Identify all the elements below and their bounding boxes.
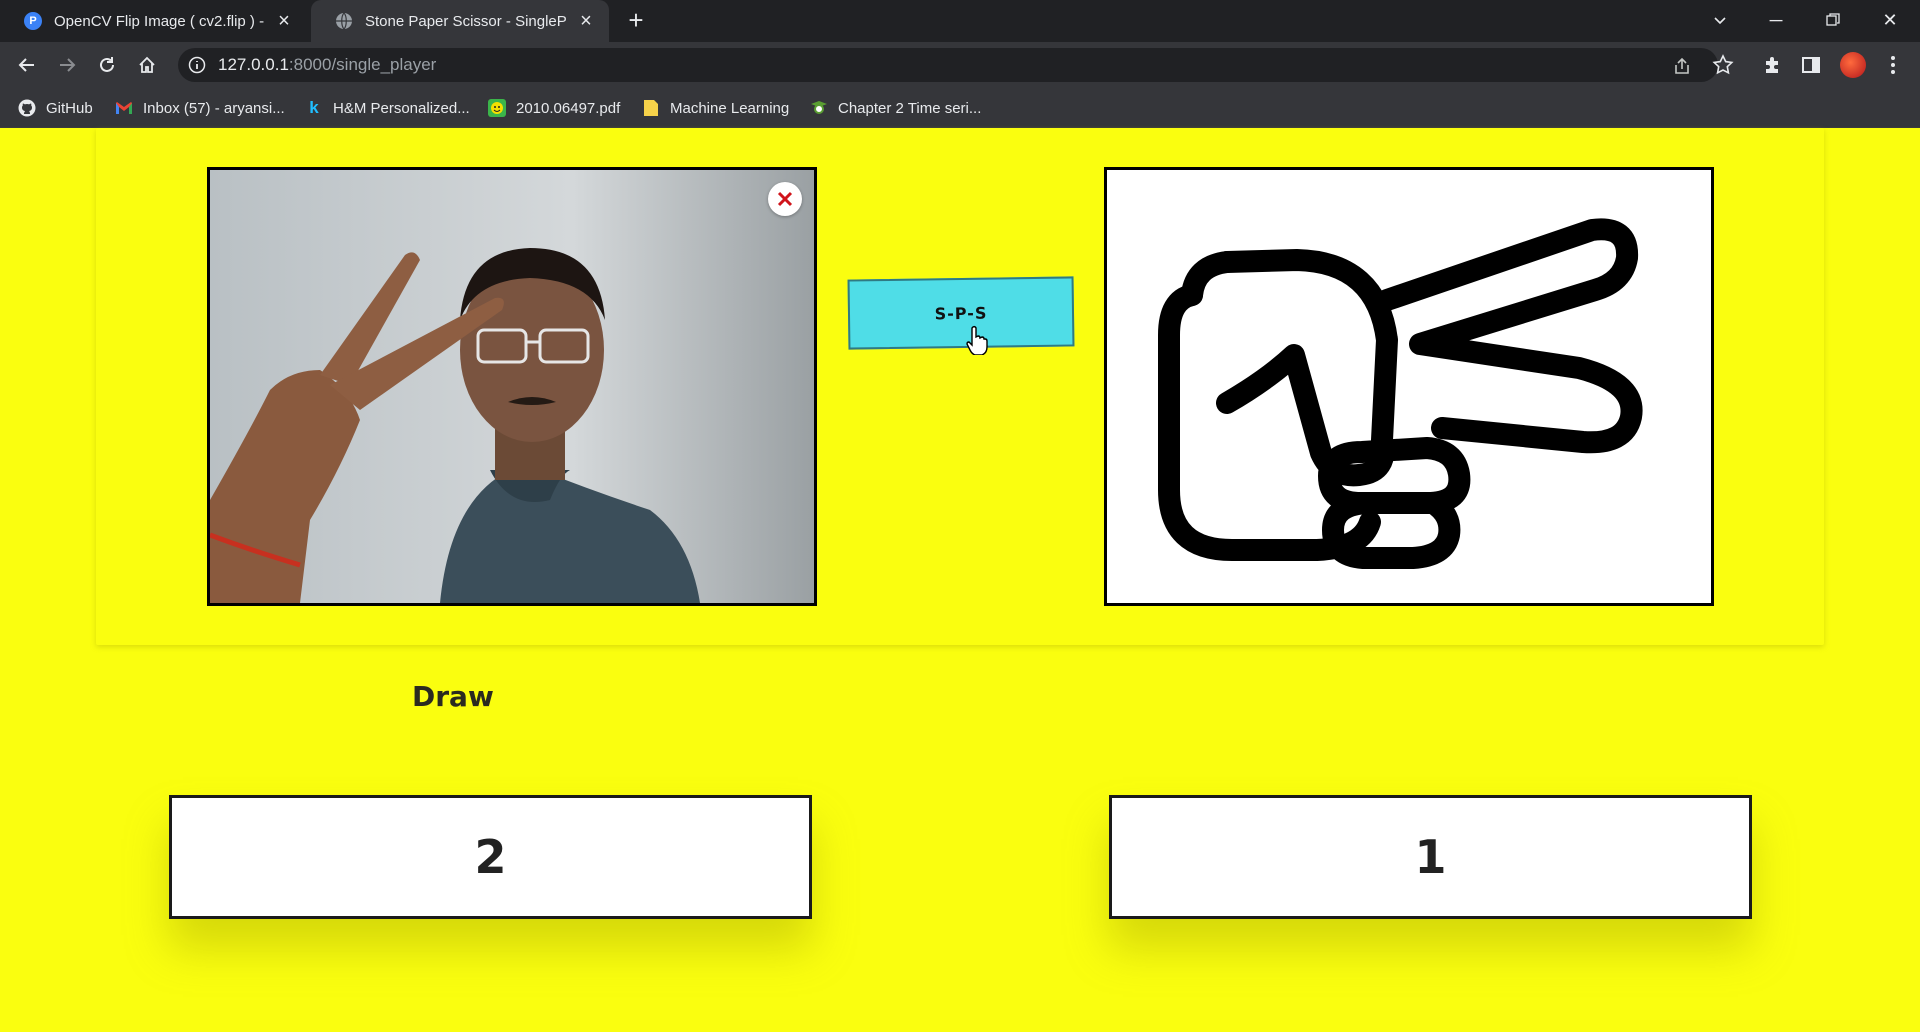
close-icon xyxy=(777,191,793,207)
kaggle-icon: k xyxy=(309,98,319,117)
player-score-box: 2 xyxy=(169,795,812,919)
book-icon xyxy=(810,99,828,117)
tab-opencv-flip[interactable]: P OpenCV Flip Image ( cv2.flip ) - P × xyxy=(0,0,307,42)
github-icon xyxy=(18,99,36,117)
bookmark-chapter-2[interactable]: Chapter 2 Time seri... xyxy=(810,97,981,119)
profile-avatar[interactable] xyxy=(1840,52,1866,78)
round-result-text: Draw xyxy=(412,680,494,713)
bookmark-label: Chapter 2 Time seri... xyxy=(838,99,982,117)
bookmark-label: Machine Learning xyxy=(670,99,790,117)
tab-title: OpenCV Flip Image ( cv2.flip ) - P xyxy=(54,12,265,30)
tab-strip: P OpenCV Flip Image ( cv2.flip ) - P × S… xyxy=(0,0,1920,42)
close-window-button[interactable]: ✕ xyxy=(1862,0,1918,42)
bookmark-hm-personalized[interactable]: k H&M Personalized... xyxy=(305,97,470,119)
bookmark-machine-learning[interactable]: Machine Learning xyxy=(642,97,789,119)
bookmark-pdf[interactable]: 2010.06497.pdf xyxy=(488,97,620,119)
sps-play-button[interactable]: S-P-S xyxy=(847,276,1075,350)
side-panel-icon[interactable] xyxy=(1800,54,1822,76)
scissors-hand-icon xyxy=(1158,218,1643,569)
extensions-puzzle-icon[interactable] xyxy=(1762,54,1784,76)
bookmark-star-icon[interactable] xyxy=(1712,54,1734,76)
address-bar[interactable]: 127.0.0.1:8000/single_player xyxy=(178,48,1718,82)
bookmark-github[interactable]: GitHub xyxy=(18,97,93,119)
back-button[interactable] xyxy=(12,50,42,80)
computer-score-box: 1 xyxy=(1109,795,1752,919)
tab-title: Stone Paper Scissor - SinglePlaye xyxy=(365,12,567,30)
url-text: 127.0.0.1:8000/single_player xyxy=(218,55,437,74)
home-button[interactable] xyxy=(132,50,162,80)
back-arrow-icon xyxy=(18,58,34,72)
forward-button[interactable] xyxy=(52,50,82,80)
hand-pointer-cursor-icon xyxy=(966,325,988,355)
gmail-icon xyxy=(115,99,133,117)
pdf-smiley-icon xyxy=(488,99,506,117)
folder-icon xyxy=(642,99,660,117)
close-camera-button[interactable] xyxy=(768,182,802,216)
forward-arrow-icon xyxy=(60,58,76,72)
site-info-icon[interactable] xyxy=(188,56,206,74)
bookmark-label: GitHub xyxy=(46,99,93,117)
browser-toolbar: 127.0.0.1:8000/single_player xyxy=(0,42,1920,88)
bookmark-label: H&M Personalized... xyxy=(333,99,470,117)
share-icon[interactable] xyxy=(1672,56,1692,76)
webcam-person-image xyxy=(210,170,814,603)
player-camera-feed xyxy=(207,167,817,606)
reload-icon xyxy=(100,57,114,72)
pyimagesearch-icon: P xyxy=(24,12,42,30)
globe-icon xyxy=(335,12,353,30)
minimize-button[interactable]: ─ xyxy=(1748,0,1804,42)
tab-stone-paper-scissor[interactable]: Stone Paper Scissor - SinglePlaye × xyxy=(311,0,609,42)
reload-button[interactable] xyxy=(92,50,122,80)
more-menu-icon[interactable] xyxy=(1882,54,1904,76)
new-tab-button[interactable]: + xyxy=(622,7,650,35)
home-icon xyxy=(139,56,155,73)
tab-search-icon[interactable] xyxy=(1692,0,1748,42)
close-tab-icon[interactable]: × xyxy=(577,11,595,31)
restore-button[interactable] xyxy=(1805,0,1861,42)
bookmark-label: 2010.06497.pdf xyxy=(516,99,621,117)
bookmark-gmail-inbox[interactable]: Inbox (57) - aryansi... xyxy=(115,97,285,119)
bookmarks-bar: GitHub Inbox (57) - aryansi... k H&M Per… xyxy=(0,88,1920,128)
bookmark-label: Inbox (57) - aryansi... xyxy=(143,99,285,117)
computer-move-panel xyxy=(1104,167,1714,606)
close-tab-icon[interactable]: × xyxy=(275,11,293,31)
